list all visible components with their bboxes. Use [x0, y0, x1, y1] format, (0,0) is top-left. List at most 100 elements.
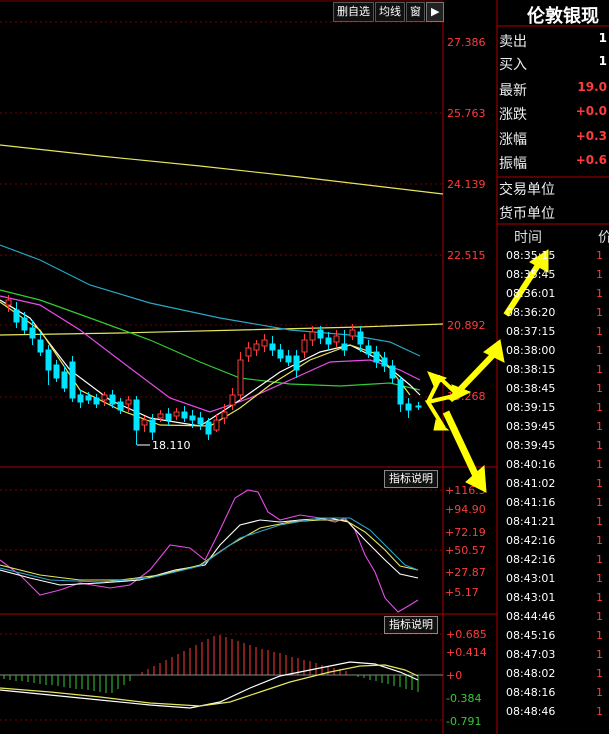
quote-value: 1 — [598, 54, 607, 68]
candle-body — [389, 365, 396, 379]
candle-body — [13, 309, 20, 323]
play-arrow-icon[interactable]: ▶ — [426, 2, 445, 22]
tick-row: 08:36:20 1 — [506, 306, 603, 319]
tick-row: 08:39:45 1 — [506, 420, 603, 433]
tick-row: 08:43:01 1 — [506, 591, 603, 604]
tick-price: 1 — [596, 401, 603, 414]
tick-time: 08:43:01 — [506, 591, 556, 604]
candle-body — [325, 337, 332, 345]
quote-label: 买入 — [499, 57, 527, 73]
candle-body — [357, 331, 364, 345]
tick-price: 1 — [596, 705, 603, 718]
candle-body — [101, 394, 108, 401]
tick-price: 1 — [596, 667, 603, 680]
candlesticks — [5, 295, 422, 445]
candle-body — [21, 317, 28, 331]
tick-time: 08:42:16 — [506, 534, 556, 547]
tick-time: 08:48:46 — [506, 705, 556, 718]
candle-body — [349, 329, 356, 337]
kdj-indicator-help-button[interactable]: 指标说明 — [384, 470, 438, 488]
tick-time: 08:35:15 — [506, 249, 556, 262]
price-axis: 27.386 25.763 24.139 22.515 20.892 19.26… — [447, 36, 486, 403]
tick-time: 08:42:16 — [506, 553, 556, 566]
candle-body — [213, 419, 220, 431]
tick-row: 08:47:03 1 — [506, 648, 603, 661]
candle-body — [149, 419, 156, 433]
kdj-tick: +94.90 — [445, 503, 486, 516]
candle-body — [165, 413, 172, 421]
quote-label: 振幅 — [499, 156, 527, 172]
price-tick: 27.386 — [447, 36, 486, 49]
macd-indicator-help-button[interactable]: 指标说明 — [384, 616, 438, 634]
tick-row: 08:37:15 1 — [506, 325, 603, 338]
tick-time: 08:39:45 — [506, 420, 556, 433]
tick-row: 08:41:21 1 — [506, 515, 603, 528]
tick-price: 1 — [596, 515, 603, 528]
tick-time: 08:48:02 — [506, 667, 556, 680]
tick-time: 08:47:03 — [506, 648, 556, 661]
candle-body — [157, 413, 164, 419]
candle-body — [61, 371, 68, 389]
quote-panel: 伦敦银现 卖出 1 买入 1 最新 19.0 涨跌 +0.0 涨幅 +0.3 振… — [497, 0, 609, 734]
candle-body — [173, 411, 180, 417]
candle-body — [237, 359, 244, 396]
tick-price: 1 — [596, 363, 603, 376]
candle-body — [405, 403, 412, 411]
macd-axis: +0.685 +0.414 +0 -0.384 -0.791 — [446, 628, 487, 728]
candle-body — [317, 329, 324, 339]
tick-time: 08:36:01 — [506, 287, 556, 300]
tick-row: 08:42:16 1 — [506, 553, 603, 566]
quote-label: 涨跌 — [499, 107, 527, 123]
tick-row: 08:36:01 1 — [506, 287, 603, 300]
kdj-tick: +72.19 — [445, 526, 486, 539]
tick-price: 1 — [596, 268, 603, 281]
quote-value: +0.3 — [575, 129, 607, 143]
kdj-axis: +116.5 +94.90 +72.19 +50.57 +27.87 +5.17 — [445, 484, 486, 599]
ma-cyan — [0, 244, 421, 357]
ma-magenta — [0, 295, 421, 413]
quote-row-bid: 买入 1 — [499, 51, 609, 75]
candle-body — [309, 331, 316, 341]
macd-dif-white — [0, 661, 419, 709]
remove-watchlist-button[interactable]: 删自选 — [333, 2, 374, 22]
quote-label: 最新 — [499, 83, 527, 99]
tick-list-header: 时间 价 — [514, 227, 609, 247]
quote-value: +0.6 — [575, 153, 607, 167]
quote-label: 交易单位 — [499, 182, 555, 198]
kdj-tick: +50.57 — [445, 544, 486, 557]
quote-value: 1 — [598, 31, 607, 45]
candle-body — [69, 361, 76, 399]
candle-body — [181, 411, 188, 419]
tick-row: 08:44:46 1 — [506, 610, 603, 623]
macd-lines — [0, 661, 419, 709]
candle-body — [301, 339, 308, 353]
tick-row: 08:35:15 1 — [506, 249, 603, 262]
tick-row: 08:38:15 1 — [506, 363, 603, 376]
tick-row: 08:41:02 1 — [506, 477, 603, 490]
price-tick: 25.763 — [447, 107, 486, 120]
tick-time: 08:36:20 — [506, 306, 556, 319]
moving-average-button[interactable]: 均线 — [375, 2, 405, 22]
tick-time: 08:41:16 — [506, 496, 556, 509]
candle-body — [261, 339, 268, 347]
candle-body — [37, 339, 44, 353]
tick-time: 08:38:15 — [506, 363, 556, 376]
tick-price: 1 — [596, 553, 603, 566]
tick-time: 08:39:45 — [506, 439, 556, 452]
candle-body — [205, 421, 212, 435]
tick-price: 1 — [596, 458, 603, 471]
macd-tick: +0.685 — [446, 628, 487, 641]
ma-long-yellow — [0, 144, 444, 195]
window-button[interactable]: 窗 — [406, 2, 425, 22]
tick-price: 1 — [596, 496, 603, 509]
tick-time: 08:45:16 — [506, 629, 556, 642]
candle-body — [117, 401, 124, 411]
tick-price: 1 — [596, 420, 603, 433]
macd-histogram — [3, 635, 419, 693]
tick-time: 08:41:02 — [506, 477, 556, 490]
candle-body — [397, 379, 404, 405]
tick-price: 1 — [596, 306, 603, 319]
candle-body — [229, 394, 236, 406]
price-column-header: 价 — [598, 230, 609, 246]
quote-value: +0.0 — [575, 104, 607, 118]
